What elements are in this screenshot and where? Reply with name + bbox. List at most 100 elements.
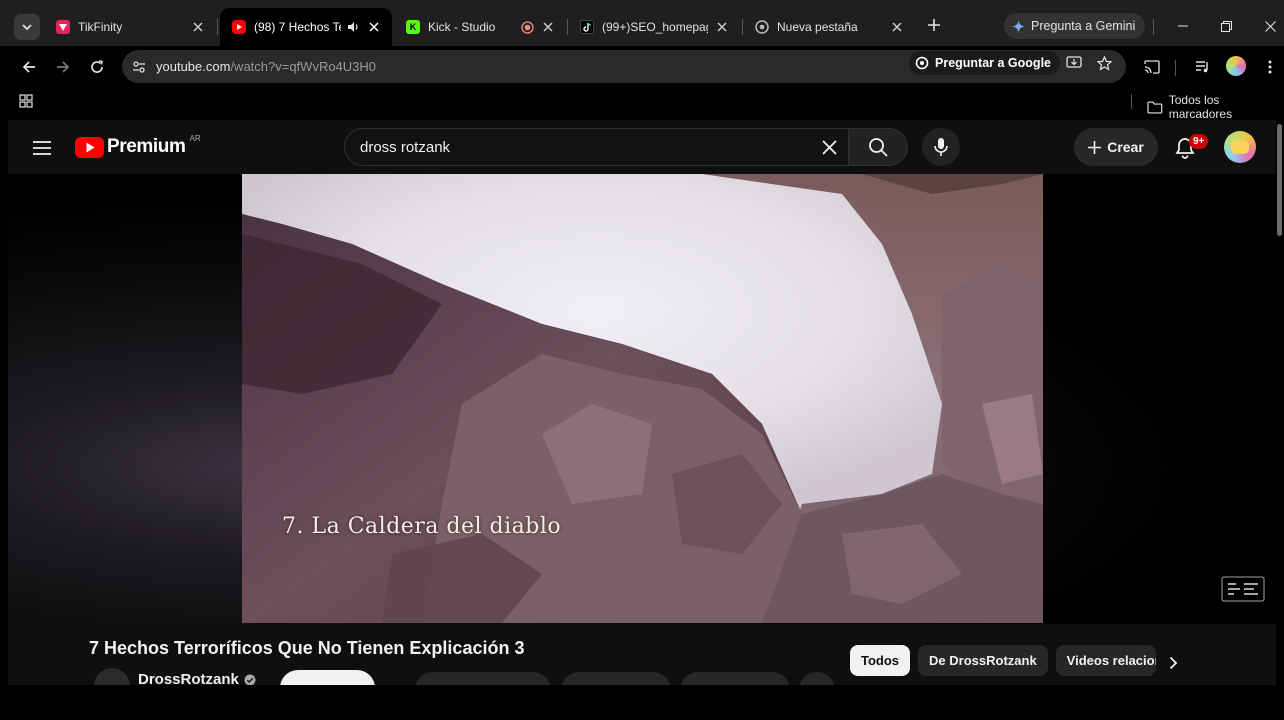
- more-actions-button[interactable]: [799, 672, 835, 685]
- apps-grid-icon[interactable]: [19, 94, 33, 113]
- gemini-button[interactable]: Pregunta a Gemini: [1004, 13, 1146, 39]
- reload-icon: [91, 60, 103, 73]
- clear-search-icon[interactable]: [810, 129, 848, 165]
- folder-icon: [1147, 101, 1163, 113]
- tab-kick-studio[interactable]: K Kick - Studio: [394, 8, 566, 46]
- close-window-button[interactable]: [1258, 14, 1282, 38]
- tab-title: Nueva pestaña: [777, 20, 858, 34]
- chip-all[interactable]: Todos: [850, 645, 911, 676]
- download-button[interactable]: [680, 672, 790, 685]
- tab-tikfinity[interactable]: TikFinity: [44, 8, 216, 46]
- close-icon: [1264, 20, 1276, 32]
- channel-avatar[interactable]: [94, 668, 130, 685]
- tab-new-tab[interactable]: Nueva pestaña: [743, 8, 915, 46]
- tab-title: TikFinity: [78, 20, 123, 34]
- back-button[interactable]: [17, 55, 41, 79]
- subscribe-button[interactable]: [280, 670, 375, 685]
- arrow-left-icon: [22, 61, 35, 73]
- search-button[interactable]: [849, 128, 908, 166]
- cast-icon[interactable]: [1140, 55, 1164, 79]
- tab-seo-homepage[interactable]: (99+)SEO_homepage: [568, 8, 740, 46]
- restore-button[interactable]: [1214, 14, 1238, 38]
- bookmarks-separator: [1131, 94, 1132, 109]
- kick-icon: K: [406, 20, 420, 34]
- reload-button[interactable]: [85, 55, 109, 79]
- url-path: /watch?v=qfWvRo4U3H0: [230, 59, 377, 74]
- country-code: AR: [189, 133, 201, 143]
- arrow-right-icon: [57, 61, 70, 73]
- chip-related[interactable]: Videos relacionados: [1055, 645, 1156, 676]
- tab-strip: TikFinity (98) 7 Hechos Terroríficos K K…: [0, 0, 1284, 50]
- search-input[interactable]: dross rotzank: [360, 139, 810, 156]
- site-settings-icon[interactable]: [128, 56, 150, 78]
- close-tab-icon[interactable]: [714, 19, 730, 35]
- chip-from-channel[interactable]: De DrossRotzank: [918, 645, 1048, 676]
- chevron-right-icon: [1169, 656, 1177, 670]
- bookmark-star-icon[interactable]: [1092, 51, 1116, 75]
- notification-badge: 9+: [1189, 134, 1209, 149]
- microphone-icon: [934, 138, 948, 156]
- close-tab-icon[interactable]: [889, 19, 905, 35]
- logo-word: Premium: [107, 136, 186, 157]
- profile-avatar-small[interactable]: [1226, 56, 1246, 76]
- close-tab-icon[interactable]: [540, 19, 556, 35]
- restore-icon: [1220, 20, 1232, 32]
- create-button[interactable]: Crear: [1074, 128, 1158, 166]
- chips-next-button[interactable]: [1160, 650, 1186, 676]
- account-avatar[interactable]: [1224, 131, 1256, 163]
- tab-search-button[interactable]: [14, 14, 40, 40]
- page-scrollbar[interactable]: [1277, 124, 1282, 236]
- lens-icon: [915, 56, 929, 70]
- channel-name: DrossRotzank: [138, 671, 239, 685]
- plus-icon: [928, 19, 940, 31]
- youtube-logo-icon: [75, 136, 104, 158]
- like-dislike-button[interactable]: [415, 672, 551, 685]
- video-title: 7 Hechos Terroríficos Que No Tienen Expl…: [89, 638, 525, 658]
- url-text: youtube.com/watch?v=qfWvRo4U3H0: [156, 59, 376, 74]
- all-bookmarks-button[interactable]: Todos los marcadores: [1147, 93, 1284, 121]
- channel-watermark[interactable]: [1220, 575, 1266, 603]
- share-button[interactable]: [561, 672, 671, 685]
- minimize-icon: [1178, 25, 1188, 27]
- tab-youtube-video[interactable]: (98) 7 Hechos Terroríficos: [220, 8, 392, 46]
- plus-icon: [1088, 140, 1102, 154]
- forward-button[interactable]: [51, 55, 75, 79]
- search-icon: [869, 138, 888, 157]
- new-tab-button[interactable]: [923, 14, 945, 36]
- hamburger-icon: [33, 141, 51, 155]
- tiktok-icon: [580, 20, 594, 34]
- chrome-icon: [755, 20, 769, 34]
- tab-title: (98) 7 Hechos Terroríficos: [254, 20, 341, 34]
- video-player[interactable]: 7. La Caldera del diablo: [242, 174, 1043, 623]
- verified-icon: [244, 674, 256, 685]
- gemini-label: Pregunta a Gemini: [1031, 19, 1136, 33]
- media-controls-icon[interactable]: [1191, 55, 1215, 79]
- all-bookmarks-label: Todos los marcadores: [1168, 93, 1233, 121]
- kebab-menu-icon[interactable]: [1258, 55, 1282, 79]
- url-host: youtube.com: [156, 59, 231, 74]
- guide-menu-button[interactable]: [30, 136, 54, 160]
- browser-toolbar: youtube.com/watch?v=qfWvRo4U3H0 Pregunta…: [0, 46, 1284, 88]
- recording-icon: [521, 20, 534, 34]
- tikfinity-icon: [56, 20, 70, 34]
- video-frame: [242, 174, 1043, 623]
- close-tab-icon[interactable]: [366, 19, 382, 35]
- speaker-icon[interactable]: [347, 21, 360, 33]
- close-tab-icon[interactable]: [190, 19, 206, 35]
- ask-google-button[interactable]: Preguntar a Google: [909, 51, 1060, 75]
- tab-separator: [1153, 19, 1154, 35]
- youtube-page: Premium AR dross rotzank Crear 9+ 7. La …: [8, 120, 1276, 685]
- toolbar-separator: [1175, 60, 1176, 76]
- video-caption: 7. La Caldera del diablo: [282, 514, 562, 539]
- youtube-icon: [232, 20, 246, 34]
- tab-title: Kick - Studio: [428, 20, 496, 34]
- channel-name-link[interactable]: DrossRotzank: [138, 671, 256, 685]
- install-app-icon[interactable]: [1062, 51, 1086, 75]
- chevron-down-icon: [22, 24, 32, 31]
- tab-separator: [217, 19, 218, 35]
- search-box[interactable]: dross rotzank: [344, 128, 849, 166]
- voice-search-button[interactable]: [922, 128, 960, 166]
- gemini-sparkle-icon: [1012, 19, 1025, 33]
- minimize-button[interactable]: [1171, 14, 1195, 38]
- youtube-premium-logo[interactable]: Premium AR: [75, 133, 201, 158]
